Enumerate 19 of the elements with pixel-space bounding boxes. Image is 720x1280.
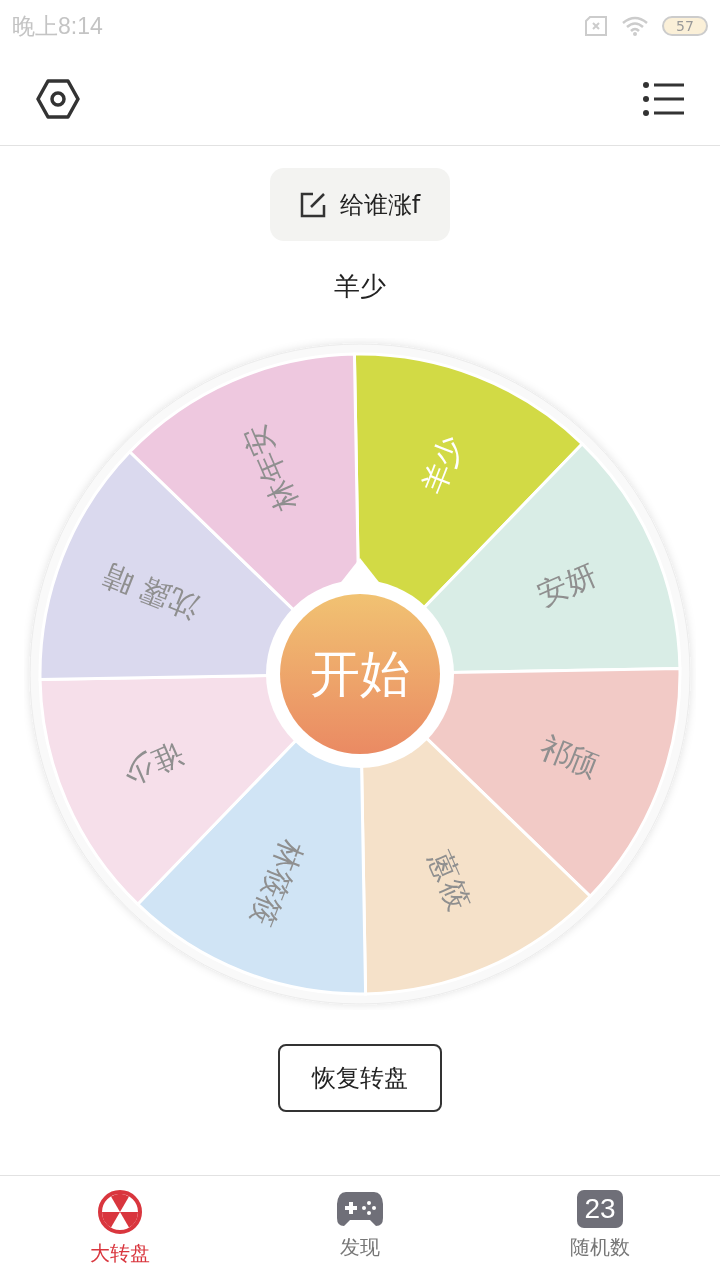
tab[interactable]: 23 随机数	[480, 1176, 720, 1280]
wifi-icon	[622, 16, 648, 36]
edit-icon	[299, 191, 326, 218]
tab-label: 大转盘	[90, 1240, 150, 1267]
result-label: 羊少	[334, 270, 386, 303]
settings-icon[interactable]	[36, 78, 80, 119]
battery-indicator: 57	[662, 16, 708, 36]
edit-title-button[interactable]: 给谁涨f	[269, 168, 451, 241]
tab[interactable]: 发现	[240, 1176, 480, 1280]
tab-label: 发现	[340, 1234, 380, 1261]
tab-label: 随机数	[570, 1234, 630, 1261]
wheel-icon	[98, 1190, 142, 1234]
number-icon: 23	[577, 1190, 623, 1228]
no-sim-icon	[584, 16, 608, 36]
reset-wheel-button[interactable]: 恢复转盘	[278, 1044, 442, 1112]
status-time: 晚上8:14	[12, 11, 103, 41]
menu-icon[interactable]	[642, 80, 684, 117]
gamepad-icon	[336, 1190, 384, 1228]
tab[interactable]: 大转盘	[0, 1176, 240, 1280]
